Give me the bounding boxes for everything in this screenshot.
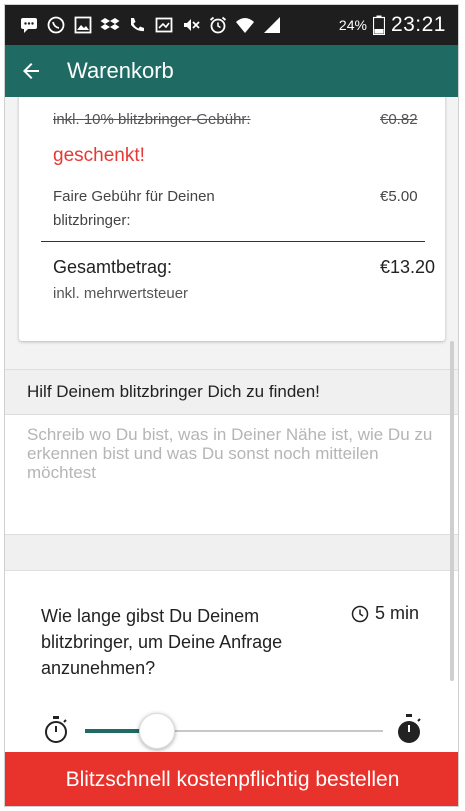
order-button[interactable]: Blitzschnell kostenpflichtig bestellen <box>5 752 458 806</box>
vat-note: inkl. mehrwertsteuer <box>53 285 189 302</box>
stopwatch-full-icon <box>398 714 421 743</box>
total-label: Gesamtbetrag: <box>53 257 173 277</box>
service-fee-label: inkl. 10% blitzbringer-Gebühr: <box>53 111 251 128</box>
wifi-icon <box>236 18 254 33</box>
mute-icon <box>184 19 200 31</box>
cart-content[interactable]: inkl. 10% blitzbringer-Gebühr: €0.82 ges… <box>5 97 458 752</box>
phone-icon <box>131 18 144 32</box>
fair-fee-row: Faire Gebühr für Deinen blitzbringer: €5… <box>53 185 433 233</box>
dropbox-icon <box>100 18 120 30</box>
slider-track[interactable] <box>85 729 383 733</box>
clock-icon <box>351 605 369 622</box>
status-bar: 24% 23:21 <box>5 5 458 45</box>
wait-time-value: 5 min <box>351 603 419 624</box>
fair-fee-label-line1: Faire Gebühr für Deinen <box>53 188 215 205</box>
section-spacer <box>5 535 458 571</box>
page-title: Warenkorb <box>67 58 174 83</box>
message-icon <box>21 18 37 33</box>
wait-time-panel: Wie lange gibst Du Deinem blitzbringer, … <box>5 571 458 752</box>
alarm-icon <box>209 16 227 34</box>
clock-time: 23:21 <box>390 13 446 36</box>
wait-time-question: Wie lange gibst Du Deinem blitzbringer, … <box>41 606 283 678</box>
fair-fee-label-line2: blitzbringer: <box>53 212 131 229</box>
location-note-input[interactable] <box>5 415 458 534</box>
total-row: Gesamtbetrag: €13.20 inkl. mehrwertsteue… <box>53 257 436 302</box>
total-value: €13.20 <box>380 257 436 277</box>
scrollbar[interactable] <box>450 341 454 681</box>
wait-time-label: 5 min <box>375 603 420 623</box>
whatsapp-icon <box>47 16 65 34</box>
divider <box>41 241 425 242</box>
app-bar: Warenkorb <box>5 45 458 97</box>
location-heading: Hilf Deinem blitzbringer Dich zu finden! <box>5 369 458 415</box>
service-fee-value: €0.82 <box>380 111 418 128</box>
gallery-icon <box>74 16 92 34</box>
battery-percent: 24% <box>338 17 367 33</box>
fair-fee-value: €5.00 <box>380 188 418 205</box>
service-fee-row: inkl. 10% blitzbringer-Gebühr: €0.82 <box>53 111 433 128</box>
arrow-left-icon[interactable] <box>7 45 55 97</box>
battery-icon <box>372 15 385 35</box>
wait-time-slider[interactable] <box>39 711 429 751</box>
screenshot-icon <box>155 17 173 33</box>
gift-label: geschenkt! <box>53 145 145 166</box>
location-note-field[interactable] <box>5 415 458 535</box>
price-summary-card: inkl. 10% blitzbringer-Gebühr: €0.82 ges… <box>19 97 445 341</box>
signal-icon <box>264 17 280 33</box>
phone-screen: 24% 23:21 Warenkorb inkl. 10% blitzbring… <box>4 4 459 807</box>
slider-thumb[interactable] <box>138 713 175 749</box>
stopwatch-empty-icon <box>45 716 67 743</box>
